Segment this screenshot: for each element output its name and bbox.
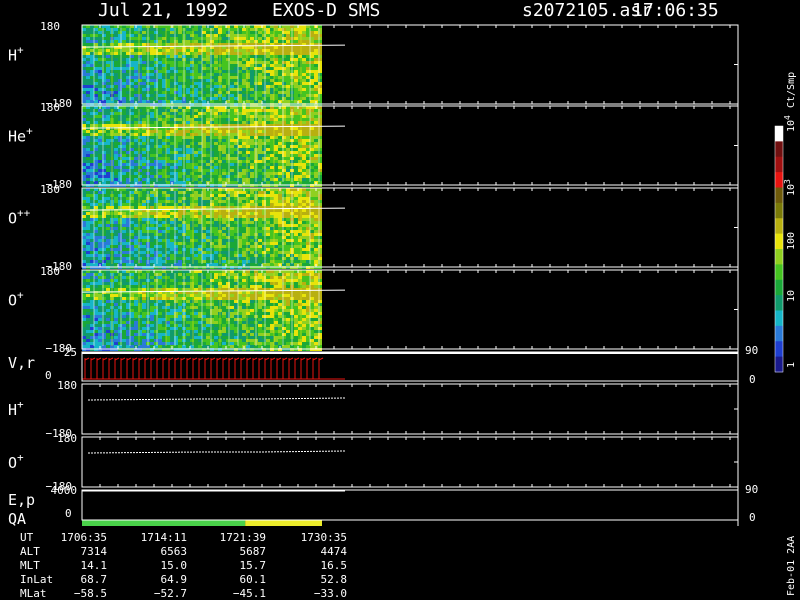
colorbar-tick-label: 1 <box>786 362 797 368</box>
angle-trace <box>87 450 346 454</box>
ephem-value: −58.5 <box>74 587 107 600</box>
ep-right-top: 90 <box>745 483 758 496</box>
ep-ytop: 4000 <box>51 484 78 497</box>
header-date: Jul 21, 1992 <box>98 0 228 21</box>
colorbar-swatch <box>775 187 783 204</box>
vr-label: V,r <box>8 354 35 372</box>
colorbar-swatch <box>775 156 783 173</box>
header-instrument: EXOS-D SMS <box>272 0 380 21</box>
qa-label: QA <box>8 510 26 528</box>
ephem-value: 4474 <box>321 545 348 558</box>
ephemeris-table: UT 1706:35 1714:11 1721:39 1730:35 ALT 7314 656… <box>20 531 347 600</box>
vr-frame <box>81 351 739 382</box>
panel-label: O++ <box>8 207 31 228</box>
ephem-value: 1730:35 <box>301 531 347 544</box>
panel-label: H+ <box>8 44 24 65</box>
ephem-value: 14.1 <box>81 559 108 572</box>
y-max-label: 180 <box>40 265 60 278</box>
ephem-value: −33.0 <box>314 587 347 600</box>
ephem-row-label: UT <box>20 531 34 544</box>
colorbar-tick-label: 103 <box>783 179 797 196</box>
angle-panel-frame <box>81 383 739 435</box>
colorbar-swatch <box>775 126 783 142</box>
ephem-value: 64.9 <box>161 573 188 586</box>
ephem-value: 5687 <box>240 545 267 558</box>
spectrogram-hplus <box>81 25 346 106</box>
ephem-value: 1706:35 <box>61 531 107 544</box>
spectrogram-panels <box>81 25 346 526</box>
angle-trace <box>87 397 346 401</box>
colorbar-swatch <box>775 218 783 235</box>
colorbar-tick-label: 10 <box>786 290 797 302</box>
colorbar-swatch <box>775 233 783 250</box>
spectrogram-oplusplus <box>81 188 346 269</box>
ephem-row-label: InLat <box>20 573 53 586</box>
colorbar-swatch <box>775 279 783 296</box>
colorbar-swatch <box>775 310 783 327</box>
ep-right-bottom: 0 <box>749 511 756 524</box>
colorbar-swatch <box>775 249 783 265</box>
y-max-label: 180 <box>57 432 77 445</box>
ephem-value: 52.8 <box>321 573 348 586</box>
ephem-value: 6563 <box>161 545 188 558</box>
footer-vertical-label: Feb-01 2AA <box>786 536 797 596</box>
ep-ybottom: 0 <box>65 507 72 520</box>
ephem-value: 60.1 <box>240 573 267 586</box>
ephem-row-label: MLat <box>20 587 47 600</box>
ep-label: E,p <box>8 491 35 509</box>
colorbar-swatch <box>775 356 783 373</box>
panel-label: H+ <box>8 398 24 419</box>
y-max-label: 180 <box>40 183 60 196</box>
spectrogram-oplus <box>81 270 346 351</box>
vr-panel <box>82 357 345 380</box>
y-max-label: 180 <box>57 379 77 392</box>
sms-spectrogram-plot: Jul 21, 1992 EXOS-D SMS s2072105.asr 17:… <box>8 0 797 600</box>
ephem-value: 1714:11 <box>141 531 187 544</box>
colorbar-tick-label: 100 <box>786 232 797 250</box>
ephem-value: 16.5 <box>321 559 348 572</box>
ephem-value: 15.0 <box>161 559 188 572</box>
colorbar: 1 10 100 103 104 <box>774 115 797 373</box>
colorbar-swatch <box>775 295 783 311</box>
ephem-row-label: ALT <box>20 545 40 558</box>
qa-segment <box>245 520 322 526</box>
colorbar-swatch <box>775 341 783 358</box>
ephem-row-label: MLT <box>20 559 40 572</box>
y-max-label: 180 <box>40 20 60 33</box>
ephem-value: 68.7 <box>81 573 108 586</box>
colorbar-swatch <box>775 264 783 281</box>
panel-label: He+ <box>8 125 33 146</box>
vr-right-bottom: 0 <box>749 373 756 386</box>
vr-ytop: 25 <box>64 346 77 359</box>
ephem-value: 15.7 <box>240 559 267 572</box>
ephem-value: −52.7 <box>154 587 187 600</box>
qa-segment <box>82 520 246 526</box>
colorbar-swatch <box>775 172 783 188</box>
ep-frame <box>81 489 739 521</box>
panel-label: O+ <box>8 451 24 472</box>
colorbar-swatch <box>775 141 783 158</box>
spectrogram-heplus <box>81 106 346 187</box>
ephem-value: 1721:39 <box>220 531 266 544</box>
vr-right-top: 90 <box>745 344 758 357</box>
colorbar-unit-label: Ct/Smp <box>786 72 797 108</box>
panel-label: O+ <box>8 289 24 310</box>
colorbar-swatch <box>775 325 783 342</box>
colorbar-swatch <box>775 202 783 219</box>
header-start-time: 17:06:35 <box>632 0 719 21</box>
y-max-label: 180 <box>40 101 60 114</box>
ephem-value: −45.1 <box>233 587 266 600</box>
angle-panel-frame <box>81 436 739 488</box>
ephem-value: 7314 <box>81 545 108 558</box>
vr-ybottom: 0 <box>45 369 52 382</box>
colorbar-tick-label: 104 <box>783 115 797 132</box>
